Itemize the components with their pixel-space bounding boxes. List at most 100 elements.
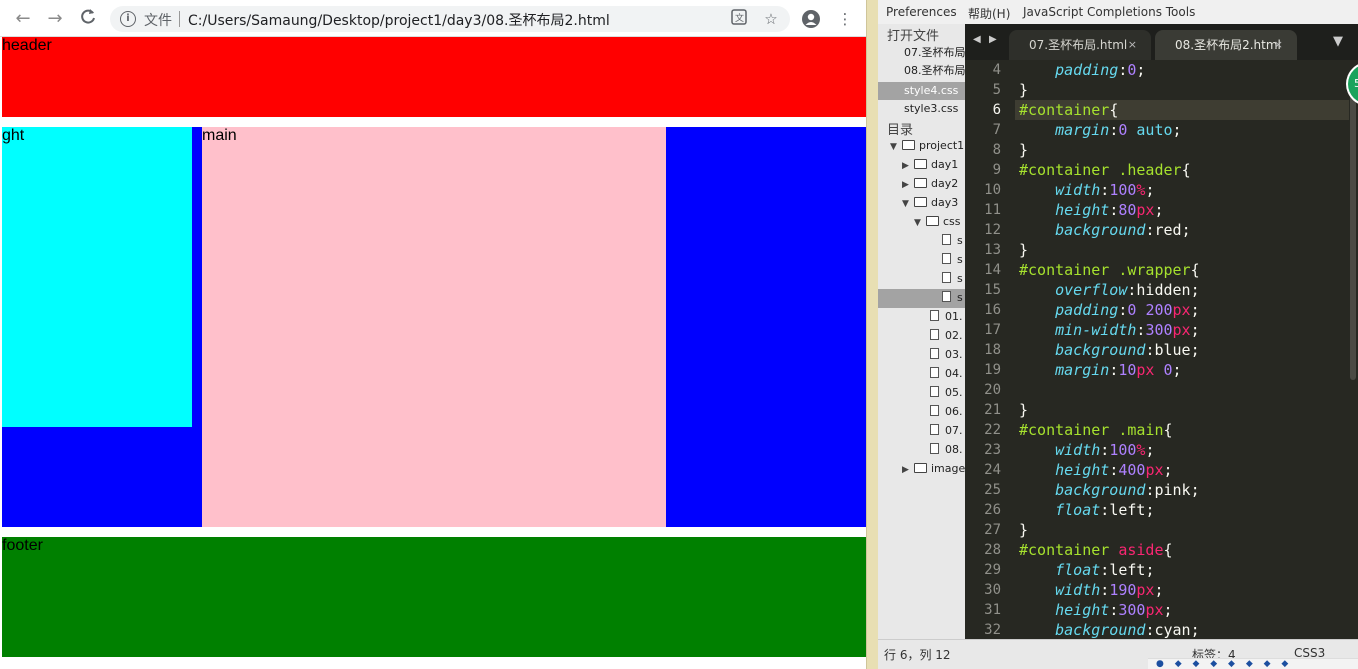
tree-folder-day3[interactable]: ▼ day3: [902, 193, 958, 212]
file-icon: [942, 234, 951, 245]
code-line: margin:0 auto;: [1055, 121, 1182, 139]
code-line: height:400px;: [1055, 461, 1173, 479]
reload-icon[interactable]: [77, 8, 99, 30]
address-scheme-label: 文件: [144, 13, 172, 29]
tree-label: s: [957, 253, 963, 266]
back-arrow-icon[interactable]: ←: [12, 8, 34, 30]
tab-dropdown-icon[interactable]: ▼: [1333, 34, 1343, 49]
code-line: }: [1019, 141, 1029, 159]
tree-label: 03.: [945, 348, 963, 361]
tree-file[interactable]: 06.: [930, 402, 963, 421]
line-number: 17: [984, 322, 1001, 338]
open-file-item-selected[interactable]: style4.css: [878, 82, 965, 100]
line-number: 30: [984, 582, 1001, 598]
line-number: 25: [984, 482, 1001, 498]
close-icon[interactable]: ×: [1274, 30, 1283, 60]
tree-file-selected[interactable]: s: [942, 288, 963, 307]
left-aside-text: ght: [2, 127, 25, 144]
tree-file[interactable]: s: [942, 231, 963, 250]
code-line: float:left;: [1055, 501, 1155, 519]
folder-icon: [914, 178, 927, 188]
tree-file[interactable]: 08.: [930, 440, 963, 459]
tree-file[interactable]: s: [942, 250, 963, 269]
tree-file[interactable]: 03.: [930, 345, 963, 364]
bookmark-star-icon[interactable]: ☆: [761, 9, 781, 29]
line-number: 14: [984, 262, 1001, 278]
code-area[interactable]: padding:0; } #container{ margin:0 auto; …: [1019, 60, 1349, 639]
tree-file[interactable]: s: [942, 269, 963, 288]
tree-folder-day1[interactable]: ▶ day1: [902, 155, 958, 174]
expand-arrow-icon[interactable]: ▼: [914, 214, 926, 233]
footer-block: footer: [2, 537, 866, 657]
scrollbar-thumb[interactable]: [1350, 80, 1356, 380]
file-icon: [930, 367, 939, 378]
code-line: height:80px;: [1055, 201, 1164, 219]
line-number: 12: [984, 222, 1001, 238]
file-icon: [930, 329, 939, 340]
tree-label: 05.: [945, 386, 963, 399]
file-icon: [942, 291, 951, 302]
translate-icon[interactable]: 文: [729, 9, 749, 29]
line-number: 5: [992, 82, 1001, 98]
code-line: background:red;: [1055, 221, 1191, 239]
tab-next-icon[interactable]: ▶: [989, 34, 997, 45]
tree-label: project1: [919, 139, 965, 152]
header-text: header: [2, 37, 52, 54]
line-number: 23: [984, 442, 1001, 458]
line-number: 19: [984, 362, 1001, 378]
system-tray-strip: ● ◆ ◆ ◆ ◆ ◆ ◆ ◆: [1148, 658, 1358, 669]
address-url[interactable]: C:/Users/Samaung/Desktop/project1/day3/0…: [188, 10, 610, 30]
tree-label: 02.: [945, 329, 963, 342]
file-icon: [930, 386, 939, 397]
tree-file[interactable]: 07.: [930, 421, 963, 440]
tree-folder-css[interactable]: ▼ css: [914, 212, 961, 231]
tree-file[interactable]: 05.: [930, 383, 963, 402]
open-file-item[interactable]: 08.圣杯布局: [878, 62, 965, 80]
code-line: padding:0;: [1055, 61, 1146, 79]
rendered-page: header ght main footer: [2, 37, 866, 669]
line-number: 8: [992, 142, 1001, 158]
menu-kebab-icon[interactable]: ⋮: [835, 9, 855, 29]
line-number: 29: [984, 562, 1001, 578]
tree-label: s: [957, 291, 963, 304]
collapse-arrow-icon[interactable]: ▶: [902, 461, 914, 480]
menu-help[interactable]: 帮助(H): [968, 5, 1010, 22]
tab-07[interactable]: 07.圣杯布局.html ×: [1009, 30, 1151, 60]
address-bar[interactable]: i 文件 C:/Users/Samaung/Desktop/project1/d…: [110, 6, 790, 32]
tab-bar: ◀ ▶ 07.圣杯布局.html × 08.圣杯布局2.html × ▼: [965, 24, 1358, 60]
tree-file[interactable]: 01.: [930, 307, 963, 326]
open-file-item[interactable]: style3.css: [878, 100, 965, 118]
editor-scrollbar[interactable]: [1349, 60, 1358, 639]
code-line: min-width:300px;: [1055, 321, 1200, 339]
tree-folder-image[interactable]: ▶ image: [902, 459, 965, 478]
menu-bar: Preferences 帮助(H) JavaScript Completions…: [878, 0, 1358, 24]
folder-open-icon: [902, 140, 915, 150]
tree-folder-day2[interactable]: ▶ day2: [902, 174, 958, 193]
account-icon[interactable]: [801, 9, 821, 29]
tree-file[interactable]: 04.: [930, 364, 963, 383]
svg-text:文: 文: [735, 12, 744, 24]
expand-arrow-icon[interactable]: ▼: [902, 195, 914, 214]
browser-window: ← → i 文件 C:/Users/Samaung/Desktop/projec…: [0, 0, 870, 669]
open-file-item[interactable]: 07.圣杯布局: [878, 44, 965, 62]
tab-08-active[interactable]: 08.圣杯布局2.html ×: [1155, 30, 1297, 60]
tree-folder-project1[interactable]: ▼ project1: [890, 136, 964, 155]
folder-open-icon: [914, 197, 927, 207]
left-aside-block: ght: [2, 127, 192, 427]
browser-toolbar: ← → i 文件 C:/Users/Samaung/Desktop/projec…: [0, 0, 866, 37]
line-number: 26: [984, 502, 1001, 518]
menu-javascript-completions[interactable]: JavaScript Completions Tools: [1023, 5, 1195, 19]
expand-arrow-icon[interactable]: ▼: [890, 138, 902, 157]
code-line: #container{: [1019, 101, 1119, 119]
forward-arrow-icon[interactable]: →: [44, 8, 66, 30]
menu-preferences[interactable]: Preferences: [886, 5, 957, 19]
info-icon[interactable]: i: [120, 11, 136, 27]
line-number: 4: [992, 62, 1001, 78]
line-number: 11: [984, 202, 1001, 218]
close-icon[interactable]: ×: [1128, 30, 1137, 60]
code-line: #container .wrapper{: [1019, 261, 1200, 279]
tab-prev-icon[interactable]: ◀: [973, 34, 981, 45]
tree-file[interactable]: 02.: [930, 326, 963, 345]
line-number: 24: [984, 462, 1001, 478]
